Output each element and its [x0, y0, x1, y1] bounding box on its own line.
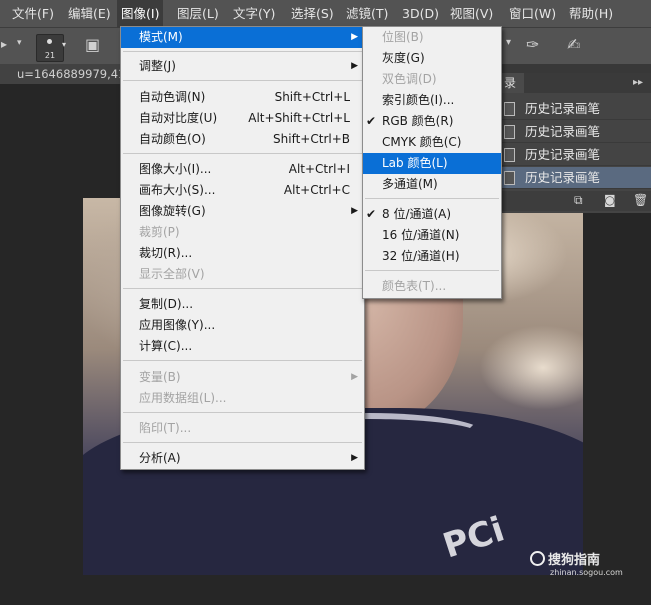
menu-separator — [365, 198, 499, 199]
history-brush-icon — [504, 125, 515, 139]
mode-item-8-bit[interactable]: ✔ 8 位/通道(A) — [363, 204, 501, 225]
airbrush-icon[interactable]: ✑ — [526, 35, 539, 54]
menu-item-image-rotation[interactable]: 图像旋转(G) ▶ — [121, 201, 364, 222]
menu-item-crop: 裁剪(P) — [139, 225, 180, 239]
menu-type[interactable]: 文字(Y) — [229, 0, 279, 27]
menu-view[interactable]: 视图(V) — [446, 0, 497, 27]
image-menu: 模式(M) ▶ 调整(J) ▶ 自动色调(N) Shift+Ctrl+L 自动对比度(… — [120, 26, 365, 470]
watermark-url: zhinan.sogou.com — [550, 568, 623, 577]
menubar: 文件(F) 编辑(E) 图像(I) 图层(L) 文字(Y) 选择(S) 滤镜(T… — [0, 0, 651, 27]
history-brush-icon — [504, 171, 515, 185]
checkmark-icon: ✔ — [366, 207, 377, 221]
submenu-arrow-icon: ▶ — [351, 61, 358, 71]
menu-item-image-size[interactable]: 图像大小(I)... Alt+Ctrl+I — [121, 159, 364, 180]
history-panel-tabs: 录 ▸▸ — [496, 73, 651, 93]
menu-separator — [123, 442, 362, 443]
watermark-name: 搜狗指南 — [548, 553, 601, 568]
tool-edge-icon: ▸ — [1, 37, 8, 51]
brush-size-value: 21 — [44, 51, 56, 60]
history-state[interactable]: 历史记录画笔 — [496, 121, 651, 143]
submenu-arrow-icon: ▶ — [351, 453, 358, 463]
menu-item-apply-data-set: 应用数据组(L)... — [139, 391, 227, 405]
mode-submenu: 位图(B) 灰度(G) 双色调(D) 索引颜色(I)... ✔ RGB 颜色(R… — [362, 26, 502, 299]
menu-separator — [123, 51, 362, 52]
mode-item-cmyk-color[interactable]: CMYK 颜色(C) — [363, 132, 501, 153]
panel-menu-icon[interactable]: ▸▸ — [633, 73, 643, 93]
checkmark-icon: ✔ — [366, 114, 377, 128]
camera-icon[interactable]: ◙ — [604, 193, 616, 207]
pressure-size-icon[interactable]: ✍ — [567, 35, 580, 54]
history-state-label: 历史记录画笔 — [525, 147, 601, 162]
mode-item-rgb-color[interactable]: ✔ RGB 颜色(R) — [363, 111, 501, 132]
menu-item-canvas-size[interactable]: 画布大小(S)... Alt+Ctrl+C — [121, 180, 364, 201]
brush-tip-icon — [47, 39, 52, 44]
menu-item-trap: 陷印(T)... — [139, 421, 192, 435]
menu-item-reveal-all: 显示全部(V) — [139, 267, 205, 281]
menu-separator — [123, 412, 362, 413]
mode-item-duotone: 双色调(D) — [382, 72, 437, 86]
submenu-arrow-icon: ▶ — [351, 372, 358, 382]
trash-icon[interactable]: 🗑 — [633, 193, 648, 207]
submenu-arrow-icon: ▶ — [351, 32, 358, 42]
submenu-arrow-icon: ▶ — [351, 206, 358, 216]
mode-item-multichannel[interactable]: 多通道(M) — [363, 174, 501, 195]
menu-item-calculations[interactable]: 计算(C)... — [121, 336, 364, 357]
mode-item-lab-color[interactable]: Lab 颜色(L) — [363, 153, 501, 174]
history-panel: 录 ▸▸ 历史记录画笔 历史记录画笔 历史记录画笔 历史记录画笔 ⧉ ◙ 🗑 — [496, 73, 651, 213]
menu-item-duplicate[interactable]: 复制(D)... — [121, 294, 364, 315]
mode-item-color-table: 颜色表(T)... — [382, 279, 447, 293]
mode-item-16-bit[interactable]: 16 位/通道(N) — [363, 225, 501, 246]
menu-separator — [365, 270, 499, 271]
menu-filter[interactable]: 滤镜(T) — [342, 0, 392, 27]
mode-item-32-bit[interactable]: 32 位/通道(H) — [363, 246, 501, 267]
menu-item-auto-color[interactable]: 自动颜色(O) Shift+Ctrl+B — [121, 129, 364, 150]
menu-3d[interactable]: 3D(D) — [398, 0, 443, 27]
menu-item-trim[interactable]: 裁切(R)... — [121, 243, 364, 264]
sogou-logo-icon — [530, 551, 545, 566]
menu-separator — [123, 153, 362, 154]
history-state[interactable]: 历史记录画笔 — [496, 144, 651, 166]
history-brush-icon — [504, 148, 515, 162]
brush-preset-picker[interactable]: 21 — [36, 34, 64, 62]
menu-file[interactable]: 文件(F) — [8, 0, 58, 27]
history-state-label: 历史记录画笔 — [525, 170, 601, 185]
menu-edit[interactable]: 编辑(E) — [64, 0, 115, 27]
menu-item-apply-image[interactable]: 应用图像(Y)... — [121, 315, 364, 336]
brush-dropdown-icon[interactable]: ▾ — [62, 40, 66, 49]
menu-layer[interactable]: 图层(L) — [173, 0, 223, 27]
mode-item-grayscale[interactable]: 灰度(G) — [363, 48, 501, 69]
history-state-label: 历史记录画笔 — [525, 124, 601, 139]
mode-item-indexed-color[interactable]: 索引颜色(I)... — [363, 90, 501, 111]
menu-separator — [123, 288, 362, 289]
menu-item-auto-contrast[interactable]: 自动对比度(U) Alt+Shift+Ctrl+L — [121, 108, 364, 129]
history-panel-footer: ⧉ ◙ 🗑 — [496, 191, 651, 211]
brush-panel-toggle-icon[interactable]: ▣ — [85, 35, 100, 54]
menu-item-analysis[interactable]: 分析(A) ▶ — [121, 448, 364, 469]
menu-item-auto-tone[interactable]: 自动色调(N) Shift+Ctrl+L — [121, 87, 364, 108]
menu-select[interactable]: 选择(S) — [287, 0, 338, 27]
menu-window[interactable]: 窗口(W) — [505, 0, 560, 27]
new-snapshot-icon[interactable]: ⧉ — [574, 193, 583, 208]
history-state[interactable]: 历史记录画笔 — [496, 98, 651, 120]
opacity-dropdown-icon[interactable]: ▾ — [506, 37, 511, 48]
menu-image[interactable]: 图像(I) — [117, 0, 164, 27]
menu-item-variables: 变量(B) ▶ — [121, 367, 364, 388]
history-state-selected[interactable]: 历史记录画笔 — [496, 167, 651, 189]
tool-dropdown-icon[interactable]: ▾ — [17, 38, 22, 48]
history-state-label: 历史记录画笔 — [525, 101, 601, 116]
menu-separator — [123, 360, 362, 361]
menu-item-adjustments[interactable]: 调整(J) ▶ — [121, 56, 364, 77]
menu-item-mode[interactable]: 模式(M) ▶ — [121, 27, 364, 48]
menu-separator — [123, 80, 362, 81]
history-brush-icon — [504, 102, 515, 116]
mode-item-bitmap: 位图(B) — [382, 30, 424, 44]
menu-help[interactable]: 帮助(H) — [565, 0, 617, 27]
